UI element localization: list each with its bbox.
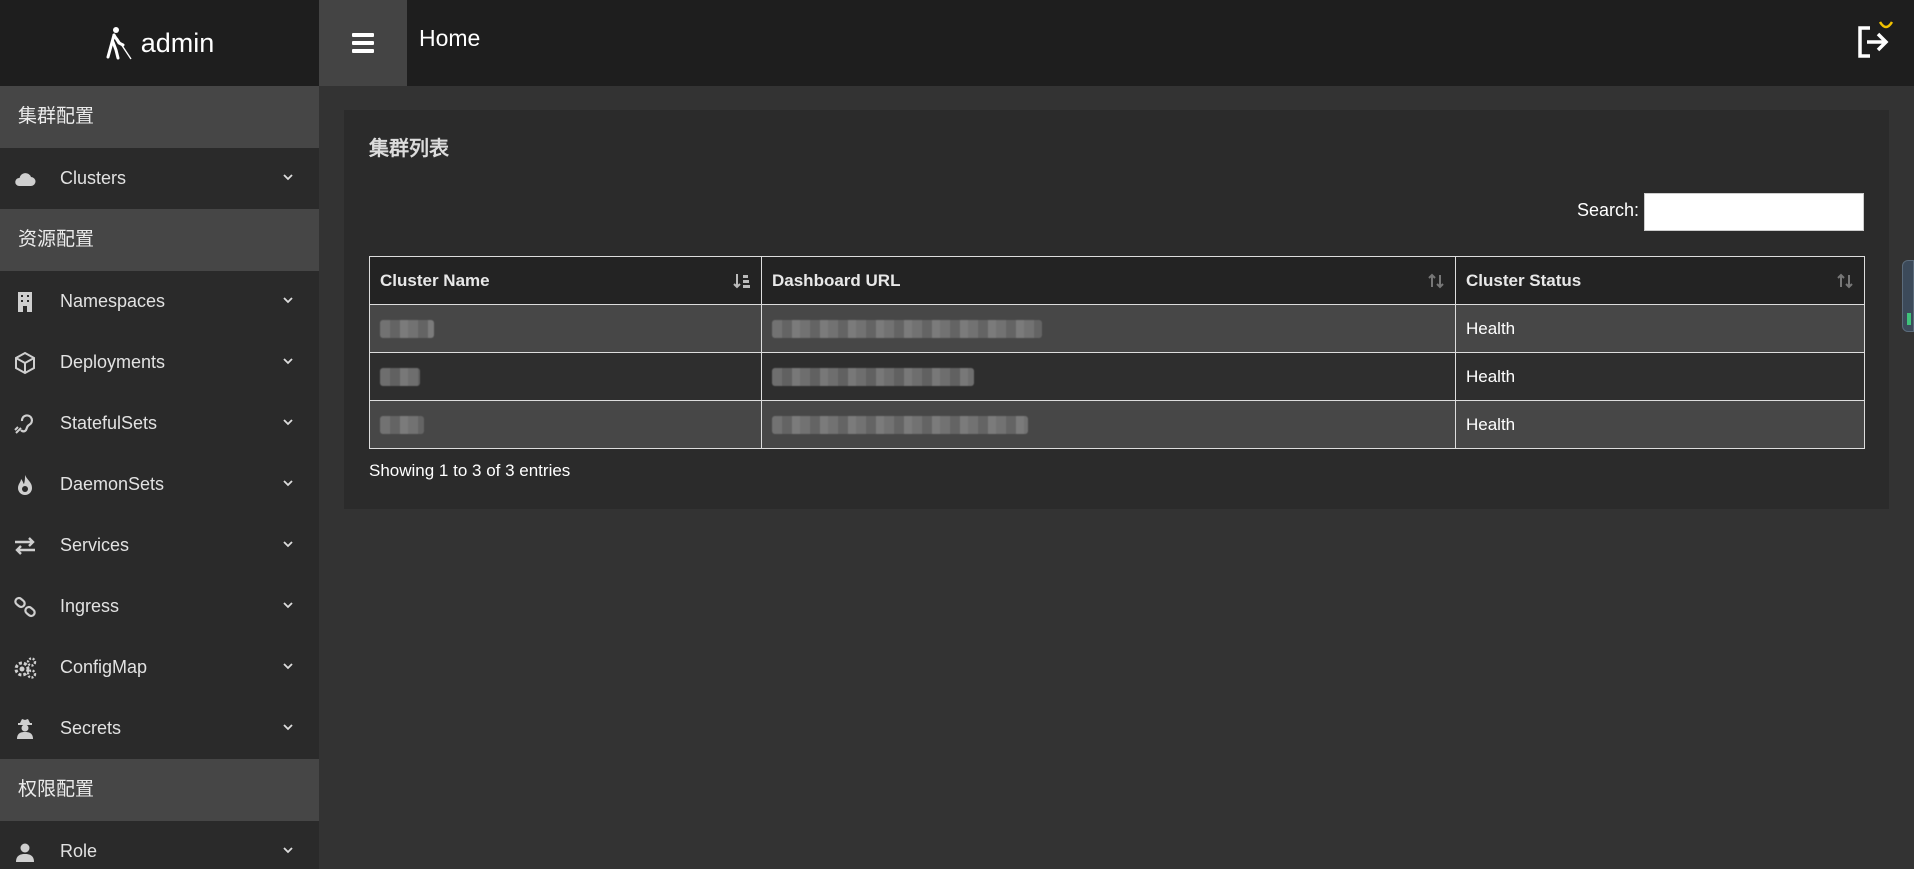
cluster-name-cell [369,352,762,401]
redacted-value [772,368,974,387]
hamburger-icon [352,33,374,53]
fire-icon [12,472,38,498]
sidebar-item-label: DaemonSets [60,474,165,494]
chevron-down-icon [283,480,293,487]
user-secret-icon [12,716,38,742]
column-header-cluster-status[interactable]: Cluster Status [1455,256,1865,305]
sidebar-item-configmap[interactable]: ConfigMap [0,637,319,698]
sidebar: 集群配置 Clusters 资源配置 Namespaces Deployment… [0,86,319,869]
redacted-value [380,368,420,387]
cluster-name-cell [369,400,762,449]
user-icon [12,839,38,865]
top-bar: admin Home [0,0,1914,86]
sort-icon [1428,273,1444,289]
gears-icon [12,655,38,681]
column-header-label: Dashboard URL [772,270,901,290]
sidebar-item-services[interactable]: Services [0,515,319,576]
sidebar-item-label: Role [60,841,98,861]
sidebar-item-label: Services [60,535,130,555]
walking-person-icon [106,27,132,60]
dashboard-url-cell [761,352,1456,401]
cluster-list-panel: 集群列表 Search: Cluster Name Dashboard URL … [344,110,1889,509]
table-row[interactable]: Health [369,352,1865,401]
sidebar-section-cluster-config: 集群配置 [0,86,319,148]
column-header-cluster-name[interactable]: Cluster Name [369,256,762,305]
chevron-down-icon [283,663,293,670]
sidebar-item-role[interactable]: Role [0,821,319,869]
menu-toggle-button[interactable] [319,0,407,86]
brand-name: admin [140,27,215,58]
assistive-listening-icon [12,411,38,437]
sidebar-item-secrets[interactable]: Secrets [0,698,319,759]
chevron-down-icon [283,419,293,426]
panel-title: 集群列表 [369,138,449,160]
chevron-down-icon [283,297,293,304]
search-input[interactable] [1644,193,1864,231]
dashboard-url-cell [761,304,1456,353]
sort-icon [1837,273,1853,289]
chevron-down-icon [283,358,293,365]
sidebar-item-label: StatefulSets [60,413,158,433]
cluster-table: Cluster Name Dashboard URL Cluster Statu… [369,256,1865,449]
sidebar-item-statefulsets[interactable]: StatefulSets [0,393,319,454]
cluster-status-cell: Health [1455,400,1865,449]
sidebar-item-namespaces[interactable]: Namespaces [0,271,319,332]
sort-ascending-icon [733,274,750,289]
redacted-value [772,320,1042,339]
sidebar-item-clusters[interactable]: Clusters [0,148,319,209]
sidebar-section-resource-config: 资源配置 [0,209,319,271]
link-icon [12,594,38,620]
column-header-label: Cluster Name [380,270,490,290]
sidebar-item-ingress[interactable]: Ingress [0,576,319,637]
chevron-down-icon [283,847,293,854]
sidebar-item-deployments[interactable]: Deployments [0,332,319,393]
column-header-label: Cluster Status [1466,270,1582,290]
chevron-down-icon [283,602,293,609]
sidebar-section-permission-config: 权限配置 [0,759,319,821]
table-info: Showing 1 to 3 of 3 entries [369,461,571,480]
cluster-name-cell [369,304,762,353]
sidebar-item-label: Secrets [60,718,122,738]
chevron-down-icon [283,174,293,181]
table-row[interactable]: Health [369,304,1865,353]
redacted-value [772,416,1028,435]
building-icon [12,289,38,315]
column-header-dashboard-url[interactable]: Dashboard URL [761,256,1456,305]
search-label: Search: [1577,200,1640,220]
table-header-row: Cluster Name Dashboard URL Cluster Statu… [369,256,1865,305]
redacted-value [380,416,424,435]
sidebar-item-daemonsets[interactable]: DaemonSets [0,454,319,515]
logout-icon[interactable] [1854,18,1894,62]
sidebar-item-label: ConfigMap [60,657,148,677]
chevron-down-icon [283,541,293,548]
sidebar-item-label: Clusters [60,168,127,188]
sidebar-item-label: Namespaces [60,291,166,311]
cube-icon [12,350,38,376]
page-title: Home [419,25,481,51]
brand[interactable]: admin [0,0,319,86]
sidebar-item-label: Deployments [60,352,166,372]
cloud-icon [12,166,38,192]
dashboard-url-cell [761,400,1456,449]
redacted-value [380,320,434,339]
edge-widget[interactable] [1902,260,1914,332]
cluster-status-cell: Health [1455,304,1865,353]
sidebar-item-label: Ingress [60,596,120,616]
table-row[interactable]: Health [369,400,1865,449]
app-root: admin Home 集群配置 Clusters 资源配置 Namespaces… [0,0,1914,869]
exchange-arrows-icon [12,533,38,559]
chevron-down-icon [283,724,293,731]
cluster-status-cell: Health [1455,352,1865,401]
